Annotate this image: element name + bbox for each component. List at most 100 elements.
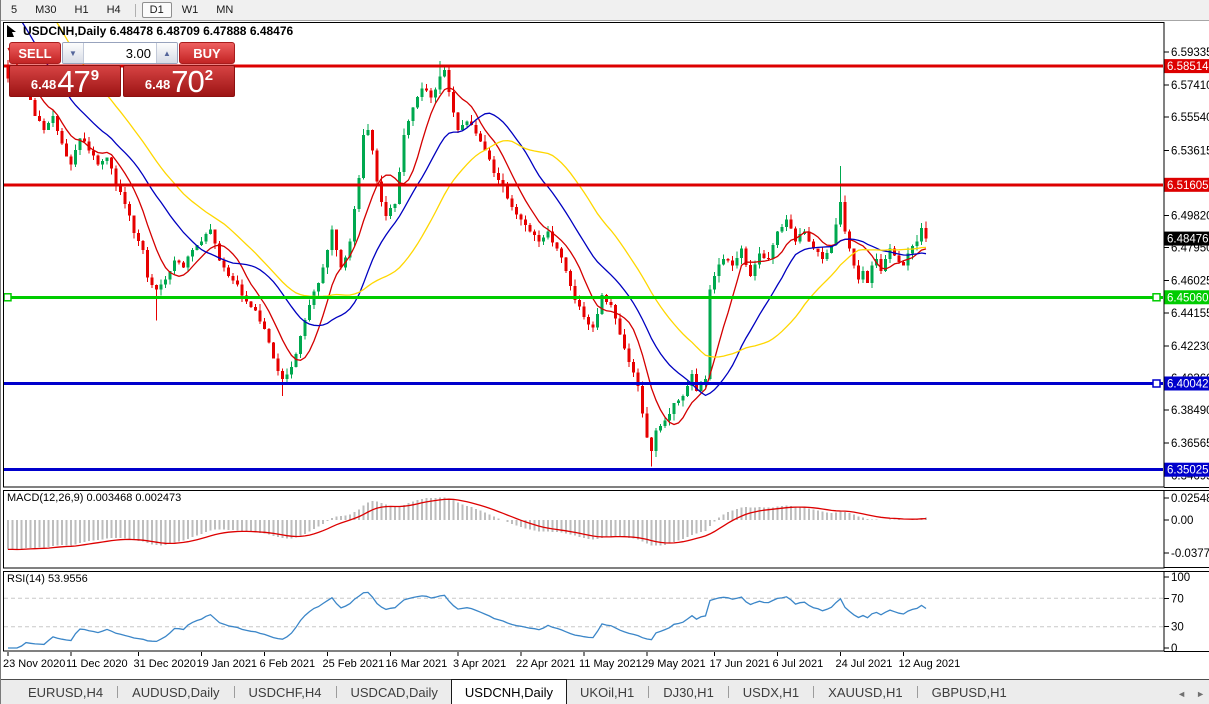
mt4-chart-window: 5 M30 H1 H4 D1 W1 MN 6.59335 6.57410 6.55540 6.53…: [0, 0, 1209, 704]
svg-text:70: 70: [1171, 593, 1184, 605]
svg-text:6.53615: 6.53615: [1171, 145, 1209, 157]
svg-text:6.49820: 6.49820: [1171, 210, 1209, 222]
svg-text:6 Jul 2021: 6 Jul 2021: [773, 658, 824, 670]
triangle-down-icon: ▼: [69, 48, 77, 58]
timeframe-button-mn[interactable]: MN: [208, 2, 241, 18]
tab-scroll-left-icon[interactable]: ◄: [1177, 689, 1186, 699]
svg-text:6.38490: 6.38490: [1171, 405, 1209, 417]
svg-text:16 Mar 2021: 16 Mar 2021: [386, 658, 448, 670]
chart-title-text: USDCNH,Daily 6.48478 6.48709 6.47888 6.4…: [23, 24, 294, 38]
chart-tab-eurusd[interactable]: EURUSD,H4: [15, 680, 116, 704]
rsi-axis[interactable]: 100 70 30 0: [1164, 572, 1190, 655]
tab-separator: [233, 686, 235, 698]
volume-input[interactable]: [84, 43, 156, 63]
chart-tab-gbpusd[interactable]: GBPUSD,H1: [919, 680, 1020, 704]
svg-text:-0.037797: -0.037797: [1171, 548, 1209, 560]
symbol-tab-bar: EURUSD,H4 AUDUSD,Daily USDCHF,H4 USDCAD,Dai…: [1, 679, 1209, 704]
volume-decrease-button[interactable]: ▼: [63, 43, 84, 63]
volume-stepper: ▼ ▲: [62, 42, 178, 64]
buy-quote-panel[interactable]: 6.48 70 2: [123, 65, 235, 97]
svg-text:6.55540: 6.55540: [1171, 112, 1209, 124]
tab-separator: [727, 686, 729, 698]
tab-separator: [335, 686, 337, 698]
buy-button[interactable]: BUY: [179, 42, 235, 64]
buy-price-prefix: 6.48: [144, 77, 171, 92]
svg-text:6.46025: 6.46025: [1171, 276, 1209, 288]
svg-text:0: 0: [1171, 643, 1177, 655]
chart-title: USDCNH,Daily 6.48478 6.48709 6.47888 6.4…: [6, 24, 293, 38]
svg-text:6 Feb 2021: 6 Feb 2021: [260, 658, 316, 670]
chart-tab-xauusd[interactable]: XAUUSD,H1: [815, 680, 915, 704]
chart-tab-usdcad[interactable]: USDCAD,Daily: [338, 680, 451, 704]
svg-text:3 Apr 2021: 3 Apr 2021: [453, 658, 506, 670]
svg-text:11 Dec 2020: 11 Dec 2020: [66, 658, 128, 670]
tab-scroll-buttons: ◄ ►: [1177, 689, 1205, 699]
price-axis[interactable]: 6.593356.574106.555406.536156.498206.479…: [1164, 47, 1209, 482]
svg-text:17 Jun 2021: 17 Jun 2021: [710, 658, 771, 670]
svg-text:6.42230: 6.42230: [1171, 341, 1209, 353]
chart-tab-dj30[interactable]: DJ30,H1: [650, 680, 727, 704]
svg-text:19 Jan 2021: 19 Jan 2021: [197, 658, 258, 670]
timeframe-button-d1[interactable]: D1: [141, 2, 172, 18]
volume-increase-button[interactable]: ▲: [156, 43, 177, 63]
tab-separator: [648, 686, 650, 698]
chart-tab-usdx[interactable]: USDX,H1: [730, 680, 812, 704]
tab-separator: [117, 686, 119, 698]
svg-text:6.40042: 6.40042: [1167, 378, 1209, 390]
svg-text:0.00: 0.00: [1171, 515, 1193, 527]
sell-price-main: 47: [57, 64, 90, 99]
timeframe-button-5[interactable]: 5: [3, 2, 25, 18]
tab-scroll-right-icon[interactable]: ►: [1196, 689, 1205, 699]
svg-text:6.48476: 6.48476: [1167, 234, 1209, 246]
triangle-up-icon: ▲: [163, 48, 171, 58]
chart-tab-usdchf[interactable]: USDCHF,H4: [236, 680, 335, 704]
tab-separator: [916, 686, 918, 698]
svg-text:11 May 2021: 11 May 2021: [579, 658, 642, 670]
buy-price-pip: 2: [204, 67, 214, 84]
chart-cursor-icon: [7, 25, 16, 37]
timeframe-button-m30[interactable]: M30: [27, 2, 64, 18]
trade-quotes-row: 6.48 47 9 6.48 70 2: [9, 65, 235, 97]
line-selection-handle[interactable]: [4, 293, 12, 302]
sell-button[interactable]: SELL: [9, 42, 61, 64]
timeframe-toolbar: 5 M30 H1 H4 D1 W1 MN: [1, 0, 1209, 21]
timeframe-button-h4[interactable]: H4: [99, 2, 129, 18]
macd-axis[interactable]: 0.025485 0.00 -0.037797: [1164, 493, 1209, 560]
svg-text:6.35025: 6.35025: [1167, 465, 1209, 477]
macd-pane-title: MACD(12,26,9) 0.003468 0.002473: [7, 492, 182, 504]
timeframe-button-h1[interactable]: H1: [67, 2, 97, 18]
one-click-trading-panel: SELL ▼ ▲ BUY 6.48479 6.48702: [9, 42, 235, 97]
line-selection-handle[interactable]: [1152, 379, 1161, 388]
svg-text:6.59335: 6.59335: [1171, 47, 1209, 59]
svg-text:6.57410: 6.57410: [1171, 80, 1209, 92]
svg-text:12 Aug 2021: 12 Aug 2021: [899, 658, 961, 670]
svg-text:6.36565: 6.36565: [1171, 438, 1209, 450]
chart-tab-usdcnh[interactable]: USDCNH,Daily: [450, 679, 568, 704]
trade-controls-row: SELL ▼ ▲ BUY: [9, 42, 235, 64]
tab-separator: [813, 686, 815, 698]
svg-text:22 Apr 2021: 22 Apr 2021: [516, 658, 575, 670]
timeframe-button-w1[interactable]: W1: [174, 2, 207, 18]
svg-text:24 Jul 2021: 24 Jul 2021: [836, 658, 893, 670]
svg-text:31 Dec 2020: 31 Dec 2020: [134, 658, 196, 670]
buy-price-main: 70: [171, 64, 204, 99]
sell-price-pip: 9: [90, 67, 100, 84]
sell-price-prefix: 6.48: [30, 77, 57, 92]
chart-tab-audusd[interactable]: AUDUSD,Daily: [119, 680, 232, 704]
price-chart[interactable]: 6.593356.574106.555406.536156.498206.479…: [1, 0, 1209, 704]
line-selection-handle[interactable]: [1152, 293, 1161, 302]
svg-text:23 Nov 2020: 23 Nov 2020: [3, 658, 65, 670]
svg-text:100: 100: [1171, 572, 1190, 584]
rsi-pane-title: RSI(14) 53.9556: [7, 573, 88, 585]
svg-text:6.44155: 6.44155: [1171, 308, 1209, 320]
svg-text:6.45060: 6.45060: [1167, 292, 1209, 304]
date-axis[interactable]: 23 Nov 2020 11 Dec 2020 31 Dec 2020 19 Jan …: [3, 652, 960, 670]
chart-tab-ukoil[interactable]: UKOil,H1: [567, 680, 647, 704]
svg-text:29 May 2021: 29 May 2021: [642, 658, 706, 670]
svg-text:0.025485: 0.025485: [1171, 493, 1209, 505]
svg-text:6.58514: 6.58514: [1167, 61, 1209, 73]
sell-quote-panel[interactable]: 6.48 47 9: [9, 65, 121, 97]
svg-text:6.51605: 6.51605: [1167, 180, 1209, 192]
toolbar-separator: [134, 3, 136, 17]
svg-text:25 Feb 2021: 25 Feb 2021: [323, 658, 385, 670]
